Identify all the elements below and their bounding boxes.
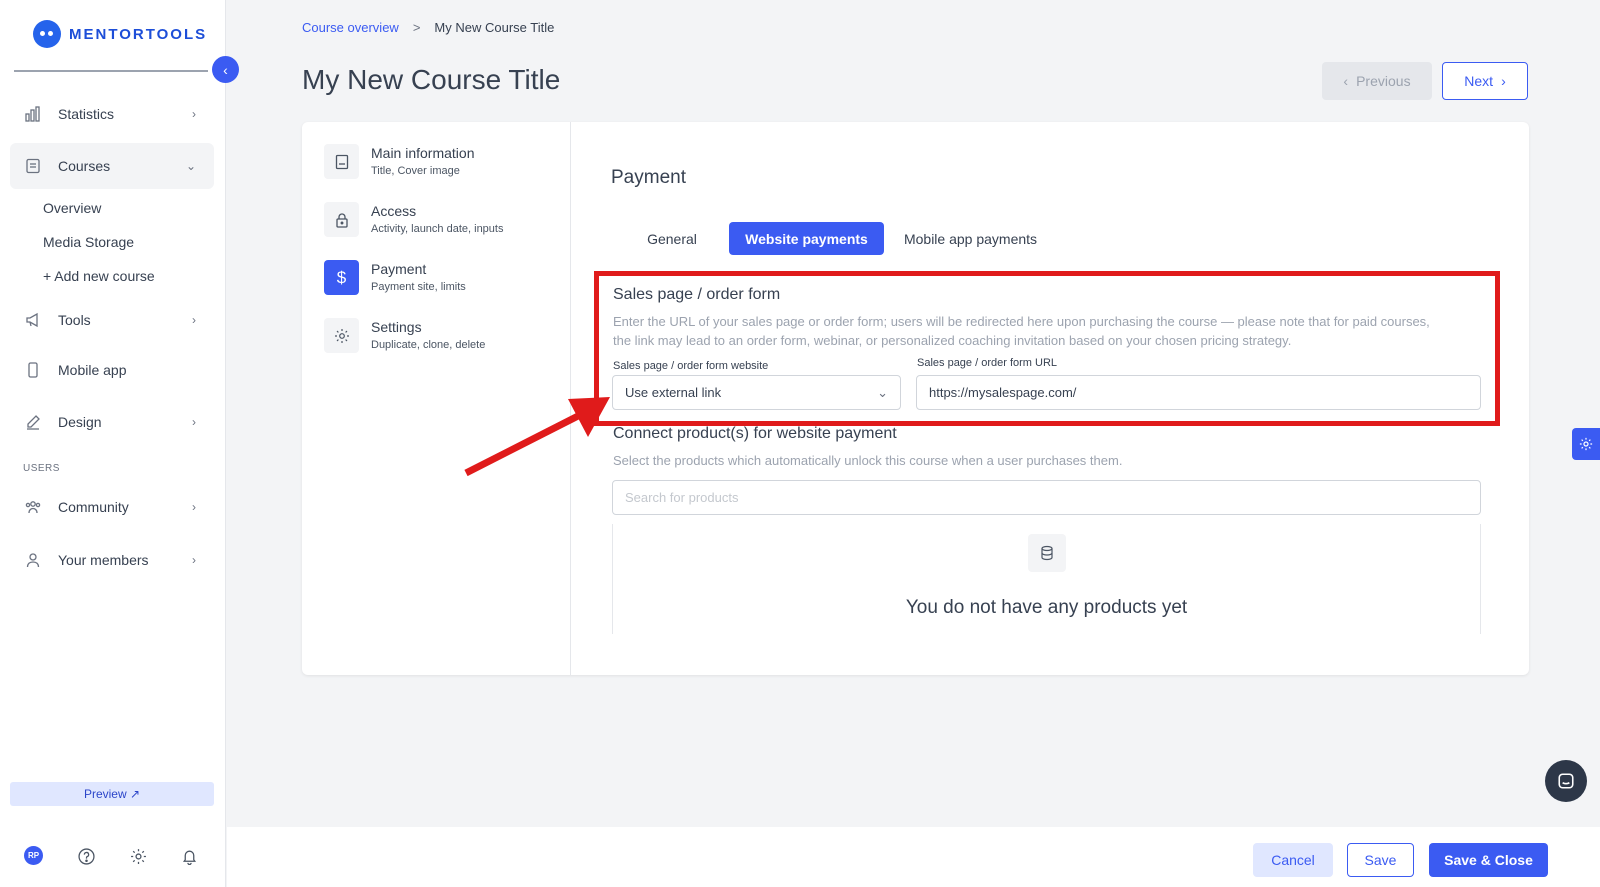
website-select-label: Sales page / order form website — [613, 360, 769, 372]
step-subtitle: Title, Cover image — [371, 165, 460, 177]
next-button[interactable]: Next › — [1442, 62, 1528, 100]
payment-title: Payment — [611, 167, 686, 188]
select-value: Use external link — [625, 385, 722, 400]
dollar-icon: $ — [324, 260, 359, 295]
sales-page-title: Sales page / order form — [613, 286, 781, 303]
sidebar-item-label: Statistics — [58, 106, 115, 122]
chat-icon[interactable] — [1545, 760, 1587, 802]
tab-website-payments[interactable]: Website payments — [729, 222, 884, 255]
database-icon — [1028, 534, 1066, 572]
sidebar-item-label: Mobile app — [58, 362, 127, 378]
product-search-input[interactable] — [612, 480, 1481, 515]
sidebar-subitem-overview[interactable]: Overview — [43, 200, 101, 216]
sidebar-item-label: Community — [58, 499, 129, 515]
step-payment[interactable]: $ Payment Payment site, limits — [324, 260, 466, 295]
document-icon — [324, 144, 359, 179]
step-subtitle: Duplicate, clone, delete — [371, 339, 486, 351]
sales-page-description-line: the link may lead to an order form, webi… — [613, 333, 1292, 348]
step-title: Access — [371, 203, 417, 219]
annotation-arrow — [464, 397, 610, 477]
sidebar-item-tools[interactable]: Tools › — [10, 297, 214, 343]
megaphone-icon — [24, 311, 42, 329]
url-input-label: Sales page / order form URL — [917, 357, 1058, 369]
breadcrumb-current: My New Course Title — [434, 20, 555, 35]
chevron-right-icon: › — [192, 107, 196, 121]
sidebar-item-label: Design — [58, 414, 102, 430]
sidebar-subitem-add-course[interactable]: + Add new course — [43, 268, 155, 284]
sidebar-item-label: Tools — [58, 312, 91, 328]
step-title: Main information — [371, 145, 475, 161]
sales-page-description: Enter the URL of your sales page or orde… — [613, 312, 1430, 350]
empty-state-text: You do not have any products yet — [905, 597, 1188, 618]
help-icon[interactable] — [76, 846, 96, 866]
chevron-down-icon: ⌄ — [185, 159, 196, 173]
chevron-left-icon: ‹ — [223, 61, 228, 78]
tab-mobile-app-payments[interactable]: Mobile app payments — [898, 222, 1043, 255]
gear-icon[interactable] — [128, 846, 148, 866]
step-title: Payment — [371, 261, 427, 277]
step-subtitle: Activity, launch date, inputs — [371, 223, 504, 235]
save-and-close-button[interactable]: Save & Close — [1429, 843, 1548, 877]
sidebar-item-label: Your members — [58, 552, 149, 568]
previous-button-label: Previous — [1356, 73, 1411, 89]
phone-icon — [24, 361, 42, 379]
chevron-down-icon: ⌄ — [877, 384, 888, 400]
sales-page-description-line: Enter the URL of your sales page or orde… — [613, 314, 1430, 329]
chevron-left-icon: ‹ — [1343, 73, 1349, 89]
bell-icon[interactable] — [179, 846, 199, 866]
previous-button[interactable]: ‹ Previous — [1322, 62, 1432, 100]
pencil-icon — [24, 413, 42, 431]
sidebar-item-statistics[interactable]: Statistics › — [10, 91, 214, 137]
logo[interactable]: MENTORTOOLS — [33, 20, 207, 48]
chevron-right-icon: › — [192, 553, 196, 567]
sidebar-item-design[interactable]: Design › — [10, 399, 214, 445]
user-icon — [24, 551, 42, 569]
chevron-right-icon: › — [192, 500, 196, 514]
step-title: Settings — [371, 319, 422, 335]
sidebar-subitem-media-storage[interactable]: Media Storage — [43, 234, 134, 250]
step-settings[interactable]: Settings Duplicate, clone, delete — [324, 318, 485, 353]
step-subtitle: Payment site, limits — [371, 281, 466, 293]
next-button-label: Next — [1464, 73, 1494, 89]
chevron-right-icon: › — [192, 415, 196, 429]
sidebar-item-mobile-app[interactable]: Mobile app — [10, 347, 214, 393]
sidebar-item-community[interactable]: Community › — [10, 484, 214, 530]
sidebar-item-courses[interactable]: Courses ⌄ — [10, 143, 214, 189]
brand-name: MENTORTOOLS — [69, 25, 208, 43]
users-section-label: USERS — [23, 463, 60, 474]
chevron-right-icon: › — [1501, 73, 1506, 89]
chevron-right-icon: › — [192, 313, 196, 327]
cancel-button[interactable]: Cancel — [1253, 843, 1333, 877]
logo-icon — [33, 20, 61, 48]
breadcrumb-course-overview[interactable]: Course overview — [302, 20, 399, 35]
book-icon — [24, 157, 42, 175]
preview-button[interactable]: Preview ↗ — [10, 782, 214, 806]
gear-icon — [324, 318, 359, 353]
sales-page-website-select[interactable]: Use external link ⌄ — [612, 375, 901, 410]
save-button[interactable]: Save — [1347, 843, 1414, 877]
tab-general[interactable]: General — [630, 222, 714, 255]
sidebar-item-label: Courses — [58, 158, 111, 174]
chevron-right-icon: > — [412, 20, 421, 35]
bar-chart-icon — [24, 105, 42, 123]
avatar[interactable]: RP — [24, 846, 43, 865]
sidebar-item-your-members[interactable]: Your members › — [10, 537, 214, 583]
page-title: My New Course Title — [302, 64, 561, 95]
breadcrumb: Course overview > My New Course Title — [302, 20, 554, 35]
sidebar: MENTORTOOLS Statistics › Courses ⌄ Overv… — [0, 0, 226, 887]
people-icon — [24, 498, 42, 516]
lock-icon — [324, 202, 359, 237]
settings-tab-icon[interactable] — [1572, 428, 1600, 460]
sidebar-divider — [14, 70, 208, 72]
step-main-information[interactable]: Main information Title, Cover image — [324, 144, 475, 179]
connect-products-title: Connect product(s) for website payment — [613, 425, 897, 442]
sales-page-url-input[interactable] — [916, 375, 1481, 410]
connect-products-description: Select the products which automatically … — [613, 453, 1123, 468]
collapse-sidebar-button[interactable]: ‹ — [212, 56, 239, 83]
step-access[interactable]: Access Activity, launch date, inputs — [324, 202, 503, 237]
